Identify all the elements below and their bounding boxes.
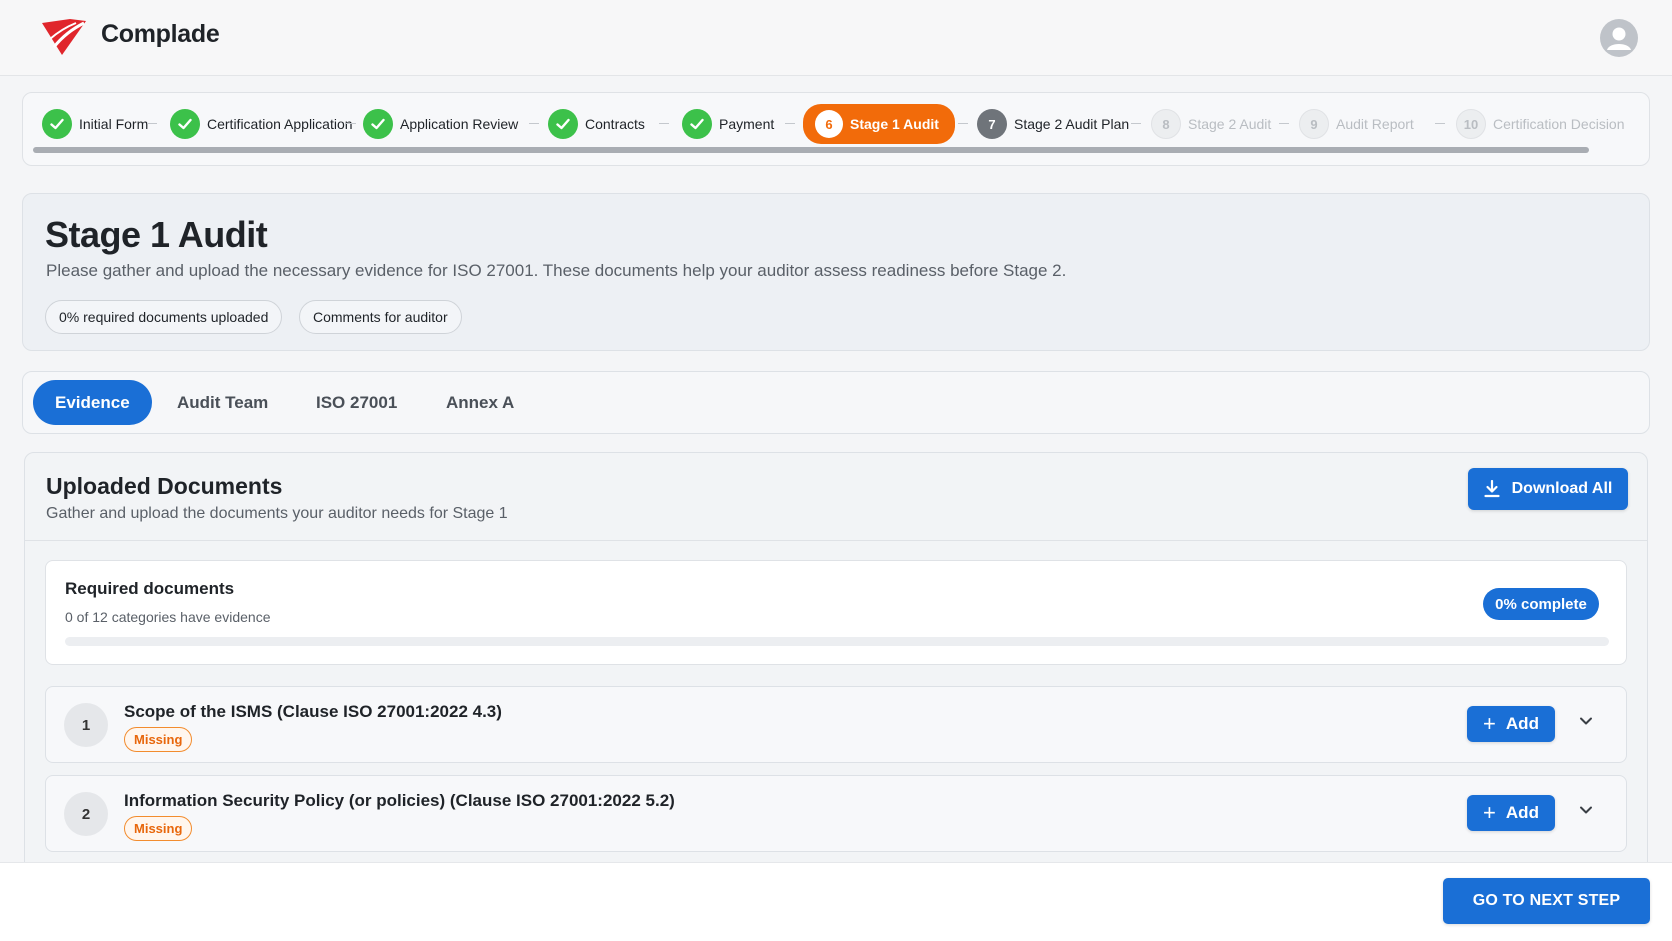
step-stage-1-audit[interactable]: 6 Stage 1 Audit (803, 104, 955, 144)
tab-evidence[interactable]: Evidence (33, 380, 152, 425)
tabs-bar: Evidence Audit Team ISO 27001 Annex A (22, 371, 1650, 434)
uploaded-documents-panel: Uploaded Documents Gather and upload the… (24, 452, 1648, 882)
step-application-review[interactable]: Application Review (363, 108, 518, 140)
step-separator (785, 123, 795, 124)
list-item: 2 Information Security Policy (or polici… (45, 775, 1627, 852)
check-icon (170, 109, 200, 139)
tab-iso-27001[interactable]: ISO 27001 (294, 380, 419, 425)
step-separator (958, 123, 968, 124)
step-label: Audit Report (1336, 116, 1414, 132)
required-documents-summary: 0 of 12 categories have evidence (65, 609, 271, 625)
add-label: Add (1505, 714, 1539, 733)
chevron-down-icon[interactable] (1576, 800, 1596, 820)
step-number: 8 (1151, 109, 1181, 139)
download-icon (1484, 480, 1500, 498)
step-label: Payment (719, 116, 775, 132)
chevron-down-icon[interactable] (1576, 711, 1596, 731)
step-initial-form[interactable]: Initial Form (42, 108, 148, 140)
uploaded-percentage-pill: 0% required documents uploaded (45, 300, 283, 334)
step-certification-decision[interactable]: 10 Certification Decision (1456, 108, 1625, 140)
documents-header: Uploaded Documents Gather and upload the… (25, 453, 1647, 541)
completion-progress-bar (65, 637, 1609, 646)
plus-icon: + (1483, 711, 1496, 736)
item-title: Scope of the ISMS (Clause ISO 27001:2022… (124, 702, 502, 721)
page-title: Stage 1 Audit (45, 214, 268, 255)
step-label: Stage 2 Audit Plan (1014, 116, 1130, 132)
check-icon (682, 109, 712, 139)
required-documents-card: Required documents 0 of 12 categories ha… (45, 560, 1627, 665)
step-stage-2-audit-plan[interactable]: 7 Stage 2 Audit Plan (977, 108, 1129, 140)
step-separator (1435, 123, 1445, 124)
step-contracts[interactable]: Contracts (548, 108, 645, 140)
step-label: Contracts (585, 116, 645, 132)
check-icon (548, 109, 578, 139)
required-documents-title: Required documents (65, 579, 235, 598)
brand-name: Complade (101, 20, 220, 48)
step-separator (1279, 123, 1289, 124)
step-number: 6 (815, 110, 843, 138)
completion-badge: 0% complete (1483, 588, 1599, 620)
check-icon (363, 109, 393, 139)
check-icon (42, 109, 72, 139)
item-title: Information Security Policy (or policies… (124, 791, 675, 810)
step-separator (1131, 123, 1141, 124)
top-bar: Complade (0, 0, 1672, 76)
step-label: Certification Application (207, 116, 353, 132)
stepper-scrollbar[interactable] (33, 147, 1589, 153)
step-number: 10 (1456, 109, 1486, 139)
footer-bar: GO TO NEXT STEP (0, 862, 1672, 941)
stage-header-card: Stage 1 Audit Please gather and upload t… (22, 193, 1650, 351)
user-icon (1607, 27, 1631, 50)
stage-description: Please gather and upload the necessary e… (46, 261, 1067, 280)
step-label: Stage 1 Audit (850, 116, 939, 132)
item-number: 2 (64, 792, 108, 836)
comments-for-auditor-button[interactable]: Comments for auditor (299, 300, 462, 334)
step-payment[interactable]: Payment (682, 108, 774, 140)
complade-logo-icon (42, 19, 86, 55)
progress-stepper: Initial Form Certification Application A… (22, 92, 1650, 166)
list-item: 1 Scope of the ISMS (Clause ISO 27001:20… (45, 686, 1627, 763)
step-audit-report[interactable]: 9 Audit Report (1299, 108, 1414, 140)
tab-annex-a[interactable]: Annex A (424, 380, 536, 425)
step-separator (346, 123, 356, 124)
go-to-next-step-button[interactable]: GO TO NEXT STEP (1443, 878, 1650, 924)
section-title: Uploaded Documents (46, 473, 283, 499)
plus-icon: + (1483, 800, 1496, 825)
step-label: Application Review (400, 116, 519, 132)
step-certification-application[interactable]: Certification Application (170, 108, 353, 140)
status-badge: Missing (124, 816, 193, 841)
user-avatar[interactable] (1600, 19, 1638, 57)
item-number: 1 (64, 703, 108, 747)
step-stage-2-audit[interactable]: 8 Stage 2 Audit (1151, 108, 1271, 140)
add-label: Add (1505, 803, 1539, 822)
download-all-label: Download All (1511, 480, 1613, 497)
section-subtitle: Gather and upload the documents your aud… (46, 505, 508, 522)
tab-audit-team[interactable]: Audit Team (155, 380, 290, 425)
download-all-button[interactable]: Download All (1468, 468, 1628, 510)
step-number: 7 (977, 109, 1007, 139)
step-separator (147, 123, 157, 124)
step-separator (529, 123, 539, 124)
step-number: 9 (1299, 109, 1329, 139)
add-button[interactable]: + Add (1467, 795, 1555, 831)
status-badge: Missing (124, 727, 193, 752)
step-separator (659, 123, 669, 124)
step-label: Certification Decision (1493, 116, 1625, 132)
add-button[interactable]: + Add (1467, 706, 1555, 742)
step-label: Initial Form (79, 116, 149, 132)
step-label: Stage 2 Audit (1188, 116, 1272, 132)
